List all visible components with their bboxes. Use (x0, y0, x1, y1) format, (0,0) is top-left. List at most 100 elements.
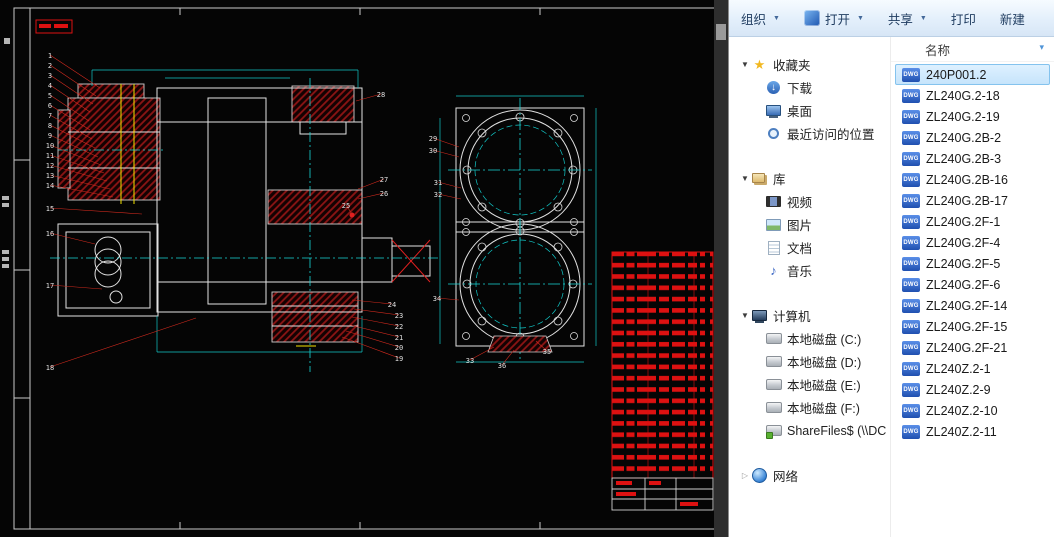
app-edge-marks (2, 38, 10, 268)
file-row[interactable]: DWGZL240G.2B-2 (895, 127, 1050, 148)
nav-item-label: 本地磁盘 (C:) (787, 329, 861, 348)
file-row[interactable]: DWGZL240Z.2-9 (895, 379, 1050, 400)
network-drive-icon (765, 423, 782, 439)
nav-item-videos[interactable]: 视频 (729, 190, 890, 213)
balloon-leader-line (50, 55, 100, 88)
file-row[interactable]: DWG240P001.2 (895, 64, 1050, 85)
nav-item-label: ShareFiles$ (\\DC (787, 424, 886, 438)
file-row[interactable]: DWGZL240G.2B-17 (895, 190, 1050, 211)
file-row[interactable]: DWGZL240G.2F-15 (895, 316, 1050, 337)
file-row[interactable]: DWGZL240G.2B-3 (895, 148, 1050, 169)
nav-item-downloads[interactable]: 下载 (729, 76, 890, 99)
file-list: DWG240P001.2DWGZL240G.2-18DWGZL240G.2-19… (891, 62, 1054, 537)
balloon-number: 31 (434, 179, 442, 187)
dwg-file-icon: DWG (902, 215, 920, 229)
nav-item-desktop[interactable]: 桌面 (729, 99, 890, 122)
nav-section-header-libraries[interactable]: ▼库 (729, 167, 890, 190)
bom-table (612, 252, 713, 478)
balloon-number: 8 (48, 122, 52, 130)
toolbar-button-open[interactable]: 打开 ▼ (804, 9, 864, 28)
balloon-number: 10 (46, 142, 54, 150)
nav-section-header-computer[interactable]: ▼ 计算机 (729, 304, 890, 327)
file-row[interactable]: DWGZL240Z.2-10 (895, 400, 1050, 421)
toolbar-button-print[interactable]: 打印 (951, 9, 976, 28)
nav-item-label: 最近访问的位置 (787, 124, 875, 143)
nav-item-label: 音乐 (787, 261, 812, 280)
file-name: ZL240Z.2-9 (926, 383, 991, 397)
explorer-content: ▼收藏夹下载桌面最近访问的位置▼库视频图片文档音乐▼计算机本地磁盘 (C:)本地… (729, 37, 1054, 537)
file-row[interactable]: DWGZL240G.2F-6 (895, 274, 1050, 295)
nav-section-header-favorites[interactable]: ▼收藏夹 (729, 53, 890, 76)
expander-open-icon[interactable]: ▼ (739, 174, 751, 183)
file-row[interactable]: DWGZL240G.2B-16 (895, 169, 1050, 190)
file-row[interactable]: DWGZL240G.2-18 (895, 85, 1050, 106)
toolbar-button-label: 打开 (825, 9, 850, 28)
expander-open-icon[interactable]: ▼ (739, 311, 751, 320)
cad-viewport[interactable]: 1234567891011121314151617182827262524232… (0, 0, 728, 537)
nav-item-label: 本地磁盘 (D:) (787, 352, 861, 371)
toolbar-button-organize[interactable]: 组织▼ (741, 9, 780, 28)
nav-section-computer: ▼ 计算机本地磁盘 (C:) 本地磁盘 (D:) 本地磁盘 (E:) 本地磁盘 (F:)… (729, 304, 890, 442)
toolbar-button-share[interactable]: 共享▼ (888, 9, 927, 28)
toolbar-button-new[interactable]: 新建 (1000, 9, 1025, 28)
nav-item-sharefiles[interactable]: ShareFiles$ (\\DC (729, 419, 890, 442)
file-name: ZL240G.2B-16 (926, 173, 1008, 187)
file-row[interactable]: DWGZL240G.2F-14 (895, 295, 1050, 316)
nav-item-disk-d[interactable]: 本地磁盘 (D:) (729, 350, 890, 373)
balloon-leader-line (50, 318, 196, 367)
dwg-file-icon: DWG (902, 110, 920, 124)
nav-item-disk-e[interactable]: 本地磁盘 (E:) (729, 373, 890, 396)
balloon-leader-line (342, 337, 399, 358)
title-block (612, 478, 713, 510)
expander-open-icon[interactable]: ▼ (739, 60, 751, 69)
file-row[interactable]: DWGZL240G.2F-1 (895, 211, 1050, 232)
column-header-label: 名称 (925, 40, 950, 59)
file-row[interactable]: DWGZL240G.2F-21 (895, 337, 1050, 358)
nav-section-libraries: ▼库视频图片文档音乐 (729, 167, 890, 282)
nav-item-pictures[interactable]: 图片 (729, 213, 890, 236)
sheet-corner-mark (36, 20, 72, 33)
expander-closed-icon[interactable]: ▷ (739, 471, 751, 480)
file-row[interactable]: DWGZL240Z.2-1 (895, 358, 1050, 379)
balloon-leader-line (352, 317, 399, 326)
balloon-number: 1 (48, 52, 52, 60)
nav-section-header-network[interactable]: ▷网络 (729, 464, 890, 487)
open-app-icon (804, 10, 820, 26)
nav-item-label: 下载 (787, 78, 812, 97)
nav-pane: ▼收藏夹下载桌面最近访问的位置▼库视频图片文档音乐▼计算机本地磁盘 (C:)本地… (729, 37, 890, 537)
balloon-number: 7 (48, 112, 52, 120)
nav-section-label: 库 (773, 169, 786, 188)
toolbar-button-label: 打印 (951, 9, 976, 28)
dwg-file-icon: DWG (902, 278, 920, 292)
pictures-icon (765, 217, 782, 233)
sort-arrow-icon[interactable]: ▾ (1039, 42, 1044, 53)
file-row[interactable]: DWGZL240G.2F-5 (895, 253, 1050, 274)
screen: 1234567891011121314151617182827262524232… (0, 0, 1054, 537)
computer-icon (751, 308, 768, 324)
nav-item-disk-f[interactable]: 本地磁盘 (F:) (729, 396, 890, 419)
dwg-file-icon: DWG (902, 236, 920, 250)
disk-icon (765, 400, 782, 416)
balloon-number: 4 (48, 82, 52, 90)
column-header-name[interactable]: 名称 ▾ (891, 37, 1054, 62)
file-row[interactable]: DWGZL240Z.2-11 (895, 421, 1050, 442)
nav-item-label: 视频 (787, 192, 812, 211)
flange-views (448, 96, 596, 362)
nav-item-label: 本地磁盘 (F:) (787, 398, 860, 417)
libraries-icon (751, 171, 768, 187)
file-row[interactable]: DWGZL240G.2-19 (895, 106, 1050, 127)
nav-item-documents[interactable]: 文档 (729, 236, 890, 259)
network-icon (751, 468, 768, 484)
documents-icon (765, 240, 782, 256)
nav-section-label: 计算机 (773, 306, 811, 325)
cad-scrollbar[interactable] (714, 0, 728, 537)
file-row[interactable]: DWGZL240G.2F-4 (895, 232, 1050, 253)
file-name: ZL240G.2F-14 (926, 299, 1007, 313)
dwg-file-icon: DWG (902, 404, 920, 418)
nav-item-recent-places[interactable]: 最近访问的位置 (729, 122, 890, 145)
nav-item-disk-c[interactable]: 本地磁盘 (C:) (729, 327, 890, 350)
dwg-file-icon: DWG (902, 89, 920, 103)
dropdown-arrow-icon: ▼ (857, 15, 864, 22)
nav-section-network: ▷网络 (729, 464, 890, 487)
nav-item-music[interactable]: 音乐 (729, 259, 890, 282)
